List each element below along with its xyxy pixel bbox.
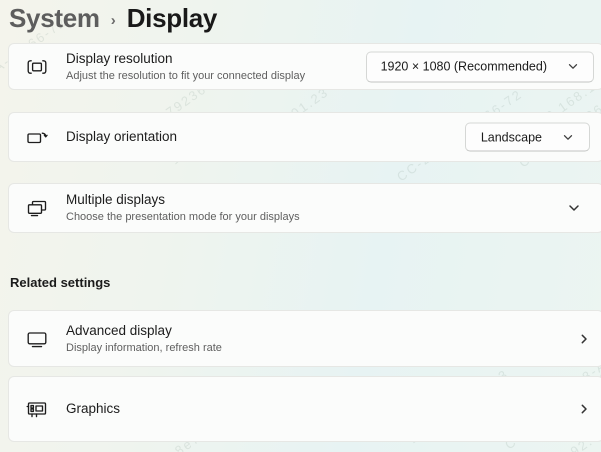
orientation-dropdown[interactable]: Landscape: [464, 122, 590, 152]
display-resolution-title: Display resolution: [66, 50, 173, 66]
orientation-dropdown-value: Landscape: [480, 130, 542, 144]
orientation-icon: [24, 125, 50, 149]
display-resolution-row: Display resolution Adjust the resolution…: [8, 43, 601, 90]
related-settings-heading: Related settings: [10, 275, 111, 290]
display-resolution-subtitle: Adjust the resolution to fit your connec…: [66, 69, 306, 82]
display-orientation-title: Display orientation: [66, 129, 178, 144]
multiple-displays-row[interactable]: Multiple displays Choose the presentatio…: [8, 183, 601, 233]
breadcrumb-system[interactable]: System: [9, 3, 100, 34]
page-title: Display: [126, 3, 218, 33]
resolution-icon: [24, 55, 50, 79]
advanced-display-title: Advanced display: [66, 322, 172, 338]
graphics-icon: [24, 397, 50, 421]
resolution-dropdown-value: 1920 × 1080 (Recommended): [380, 59, 547, 74]
multiple-displays-title: Multiple displays: [66, 192, 166, 207]
advanced-display-row[interactable]: Advanced display Display information, re…: [8, 310, 601, 367]
multiple-displays-subtitle: Choose the presentation mode for your di…: [66, 211, 300, 223]
graphics-title: Graphics: [66, 401, 121, 416]
chevron-down-icon[interactable]: [567, 201, 581, 215]
graphics-row[interactable]: Graphics: [8, 376, 601, 442]
chevron-right-icon: [578, 333, 590, 345]
multiple-displays-icon: [24, 196, 50, 220]
advanced-display-icon: [24, 327, 50, 351]
breadcrumb-separator-icon: ›: [110, 11, 116, 29]
chevron-down-icon: [567, 61, 579, 73]
breadcrumb: System › Display: [9, 3, 217, 34]
advanced-display-subtitle: Display information, refresh rate: [66, 341, 222, 354]
chevron-down-icon: [562, 131, 574, 143]
display-orientation-row: Display orientation Landscape: [8, 112, 601, 162]
chevron-right-icon: [578, 403, 590, 415]
resolution-dropdown[interactable]: 1920 × 1080 (Recommended): [365, 51, 594, 82]
